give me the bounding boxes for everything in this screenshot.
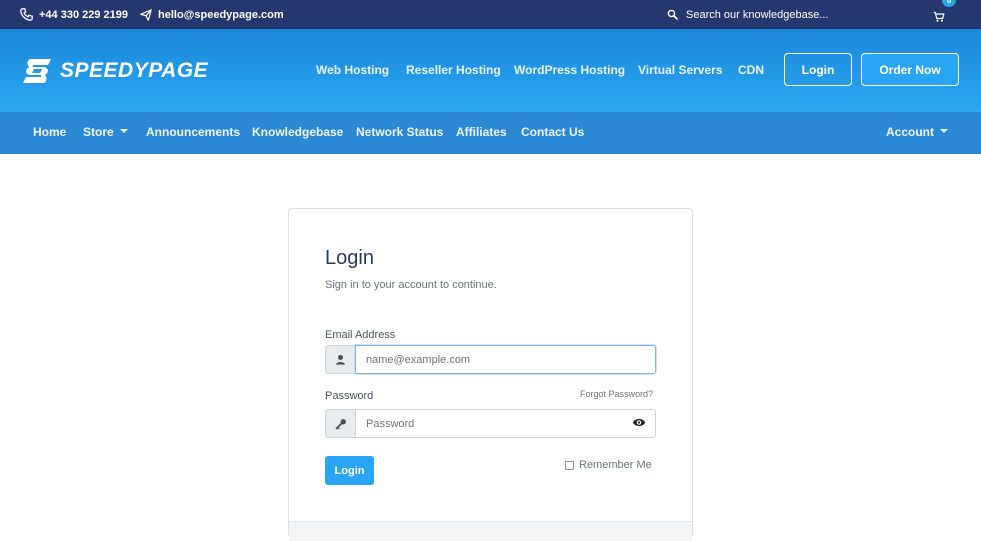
mainnav-contact-us[interactable]: Contact Us (521, 125, 584, 139)
mainnav-affiliates[interactable]: Affiliates (456, 125, 507, 139)
email-field[interactable] (355, 345, 656, 374)
login-title: Login (325, 247, 374, 269)
top-bar: +44 330 229 2199 hello@speedypage.com Se… (0, 0, 981, 29)
chevron-down-icon (119, 129, 128, 133)
password-input-group (325, 409, 656, 438)
user-icon (336, 354, 345, 365)
mainnav-network-status[interactable]: Network Status (356, 125, 443, 139)
nav-wordpress-hosting[interactable]: WordPress Hosting (514, 63, 625, 77)
remember-me-label: Remember Me (579, 459, 652, 471)
logo[interactable]: SPEEDYPAGE (22, 57, 208, 85)
nav-virtual-servers[interactable]: Virtual Servers (638, 63, 723, 77)
mainnav-knowledgebase[interactable]: Knowledgebase (252, 125, 343, 139)
nav-reseller-hosting[interactable]: Reseller Hosting (406, 63, 501, 77)
remember-me[interactable]: Remember Me (565, 459, 652, 471)
mainnav-home[interactable]: Home (33, 125, 66, 139)
main-nav: Home Store Announcements Knowledgebase N… (0, 112, 981, 154)
logo-icon (23, 59, 51, 83)
email-label: Email Address (325, 329, 396, 341)
nav-web-hosting[interactable]: Web Hosting (316, 63, 389, 77)
mainnav-store[interactable]: Store (83, 125, 128, 139)
search-icon (667, 9, 678, 20)
email-addon (325, 345, 355, 374)
login-card-footer (289, 521, 692, 541)
phone-number: +44 330 229 2199 (39, 8, 129, 21)
email-input-group (325, 345, 656, 374)
login-submit-button[interactable]: Login (325, 456, 374, 485)
remember-me-checkbox[interactable] (565, 460, 574, 470)
cart-button[interactable]: 0 (933, 0, 956, 29)
mainnav-account[interactable]: Account (886, 125, 948, 139)
login-card: Login Sign in to your account to continu… (288, 208, 693, 541)
email-address: hello@speedypage.com (158, 8, 284, 21)
mainnav-account-label: Account (886, 125, 934, 139)
eye-icon[interactable] (632, 417, 646, 428)
paper-plane-icon (140, 8, 152, 21)
chevron-down-icon (940, 129, 948, 133)
nav-cdn[interactable]: CDN (738, 63, 764, 77)
phone-link[interactable]: +44 330 229 2199 (20, 0, 128, 29)
password-addon (325, 409, 355, 438)
knowledgebase-search[interactable]: Search our knowledgebase... (667, 0, 828, 29)
logo-text: SPEEDYPAGE (60, 59, 209, 82)
search-placeholder: Search our knowledgebase... (686, 8, 829, 21)
forgot-password-link[interactable]: Forgot Password? (580, 389, 653, 399)
login-subtitle: Sign in to your account to continue. (325, 279, 497, 291)
cart-icon (933, 11, 945, 22)
mainnav-store-label: Store (83, 125, 114, 139)
phone-icon (20, 8, 33, 21)
header-login-button[interactable]: Login (784, 53, 852, 86)
order-now-button[interactable]: Order Now (861, 53, 959, 86)
password-field[interactable] (355, 409, 656, 438)
key-icon (335, 418, 346, 429)
mainnav-announcements[interactable]: Announcements (146, 125, 240, 139)
password-label: Password (325, 390, 374, 402)
cart-count-badge: 0 (942, 0, 956, 7)
site-header: SPEEDYPAGE Web Hosting Reseller Hosting … (0, 29, 981, 112)
email-link[interactable]: hello@speedypage.com (140, 0, 284, 29)
